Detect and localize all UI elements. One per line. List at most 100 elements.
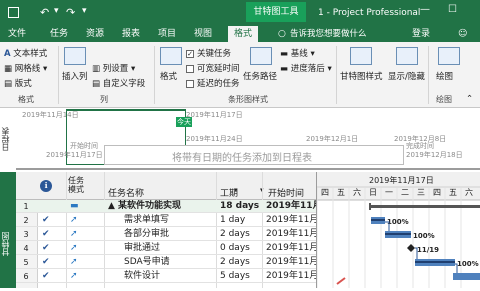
task-duration[interactable]: 0 days xyxy=(220,242,264,255)
redo-icon[interactable]: ↷ xyxy=(66,6,75,19)
text-styles-icon: A xyxy=(4,49,11,59)
format-button-label[interactable]: 格式 xyxy=(160,70,177,82)
name-column-header[interactable]: 任务名称 xyxy=(108,186,144,199)
custom-fields-button[interactable]: ▤ 自定义字段 xyxy=(92,77,145,89)
duration-column-header[interactable]: 工期 xyxy=(220,186,238,199)
gantt-day-label: 四 xyxy=(321,188,329,197)
layout-button[interactable]: ▤ 版式 xyxy=(4,77,32,89)
task-path-icon[interactable] xyxy=(250,47,272,65)
minimize-icon[interactable]: — xyxy=(420,4,430,15)
tab-file[interactable]: 文件 xyxy=(8,26,26,42)
task-start[interactable]: 2019年11月 xyxy=(266,242,316,255)
insert-column-label[interactable]: 插入列 xyxy=(62,70,88,82)
group-bar-styles-label: 条形图样式 xyxy=(228,95,268,104)
ribbon-separator xyxy=(428,46,429,104)
summary-bar xyxy=(369,205,480,208)
auto-schedule-icon: ➚ xyxy=(70,215,78,225)
dependency-link xyxy=(455,263,458,273)
start-column-header[interactable]: 开始时间 xyxy=(268,186,304,199)
table-row[interactable]: 1 ▬ ▲ 某软件功能实现18 days2019年11月 xyxy=(16,200,316,213)
gantt-day-label: 四 xyxy=(433,188,441,197)
task-name[interactable]: 审批通过 xyxy=(124,242,220,255)
collapse-ribbon-icon[interactable]: ⌃ xyxy=(466,94,473,104)
task-name[interactable]: 软件设计 xyxy=(124,270,220,283)
auto-schedule-icon: ➚ xyxy=(70,271,78,281)
gantt-styles-icon[interactable] xyxy=(350,47,372,65)
drawing-icon[interactable] xyxy=(438,47,460,65)
task-start[interactable]: 2019年11月 xyxy=(266,200,316,213)
completed-check-icon: ✔ xyxy=(42,215,50,225)
slack-checkbox[interactable]: 可宽延时间 xyxy=(186,62,240,74)
column-settings-button[interactable]: ▥ 列设置 ▾ xyxy=(92,62,135,74)
tab-report[interactable]: 报表 xyxy=(122,26,140,42)
row-number[interactable]: 1 xyxy=(16,200,36,213)
tab-format[interactable]: 格式 xyxy=(228,26,259,42)
task-duration[interactable]: 5 days xyxy=(220,270,264,283)
smiley-icon[interactable]: ☺ xyxy=(458,26,467,42)
slippage-button[interactable]: ▬ 进度落后 ▾ xyxy=(280,62,332,74)
insert-column-icon[interactable] xyxy=(64,47,86,65)
timeline-side-label: 日程表 xyxy=(0,108,16,170)
task-duration[interactable]: 2 days xyxy=(220,256,264,269)
maximize-icon[interactable]: ☐ xyxy=(448,4,457,15)
row-number[interactable]: 4 xyxy=(16,242,36,255)
gantt-styles-label[interactable]: 甘特图样式 xyxy=(340,70,383,82)
ribbon-separator xyxy=(154,46,155,104)
task-rows: 1▬▲ 某软件功能实现18 days2019年11月2✔➚需求单填写1 day2… xyxy=(16,200,316,288)
checkbox-icon xyxy=(186,79,194,88)
late-tasks-checkbox[interactable]: 延迟的任务 xyxy=(186,77,240,89)
gridlines-button[interactable]: ▦ 网格线 ▾ xyxy=(4,62,47,74)
show-hide-icon[interactable] xyxy=(396,47,418,65)
task-start[interactable]: 2019年11月 xyxy=(266,228,316,241)
task-start[interactable]: 2019年11月 xyxy=(266,256,316,269)
critical-tasks-checkbox[interactable]: ✓ 关键任务 xyxy=(186,47,231,59)
tab-view[interactable]: 视图 xyxy=(194,26,212,42)
completed-check-icon: ✔ xyxy=(42,257,50,267)
task-duration[interactable]: 2 days xyxy=(220,228,264,241)
task-start[interactable]: 2019年11月 xyxy=(266,270,316,283)
table-row[interactable]: 6 ✔ ➚ 软件设计 5 days 2019年11月 xyxy=(16,270,316,283)
timeline-mid-date: 2019年12月1日 xyxy=(306,135,359,143)
timeline-end-date: 2019年12月18日 xyxy=(406,151,463,159)
layout-icon: ▤ xyxy=(4,79,13,89)
info-column-header[interactable]: ℹ xyxy=(40,180,52,192)
table-row[interactable]: 3 ✔ ➚ 各部分审批 2 days 2019年11月 xyxy=(16,228,316,241)
row-number[interactable]: 6 xyxy=(16,270,36,283)
tab-project[interactable]: 项目 xyxy=(158,26,176,42)
task-progress xyxy=(371,219,385,221)
task-name[interactable]: 各部分审批 xyxy=(124,228,220,241)
task-name[interactable]: ▲ 某软件功能实现 xyxy=(108,200,218,213)
drawing-label[interactable]: 绘图 xyxy=(436,70,453,82)
auto-schedule-icon: ➚ xyxy=(70,243,78,253)
table-row[interactable]: 5 ✔ ➚ SDA号申请 2 days 2019年11月 xyxy=(16,256,316,269)
show-hide-label[interactable]: 显示/隐藏 xyxy=(388,70,425,82)
tell-me-search[interactable]: 告诉我您想要做什么 xyxy=(290,26,367,42)
row-number[interactable]: 3 xyxy=(16,228,36,241)
slippage-icon: ▬ xyxy=(280,64,289,74)
task-name[interactable]: 需求单填写 xyxy=(124,214,220,227)
task-duration[interactable]: 18 days xyxy=(220,200,264,213)
row-number[interactable]: 2 xyxy=(16,214,36,227)
timeline-hint: 将带有日期的任务添加到日程表 xyxy=(172,153,312,164)
task-path-label[interactable]: 任务路径 xyxy=(243,70,277,82)
tab-task[interactable]: 任务 xyxy=(50,26,68,42)
group-columns-label: 列 xyxy=(100,95,108,104)
table-row[interactable]: 2 ✔ ➚ 需求单填写 1 day 2019年11月 xyxy=(16,214,316,227)
login-link[interactable]: 登录 xyxy=(412,26,430,42)
task-start[interactable]: 2019年11月 xyxy=(266,214,316,227)
mode-column-header[interactable]: 任务 模式 xyxy=(68,176,84,194)
undo-icon[interactable]: ↶ xyxy=(40,6,49,19)
dropdown-icon[interactable]: ▾ xyxy=(54,6,59,16)
customize-qat-icon[interactable]: ▾ xyxy=(82,6,87,16)
gantt-side-label: 甘特图 xyxy=(1,232,10,256)
task-name[interactable]: SDA号申请 xyxy=(124,256,220,269)
tab-resource[interactable]: 资源 xyxy=(86,26,104,42)
text-styles-button[interactable]: A 文本样式 xyxy=(4,47,47,59)
table-row[interactable]: 4 ✔ ➚ 审批通过 0 days 2019年11月 xyxy=(16,242,316,255)
row-number[interactable]: 5 xyxy=(16,256,36,269)
baseline-button[interactable]: ▬ 基线 ▾ xyxy=(280,47,315,59)
completed-check-icon: ✔ xyxy=(42,229,50,239)
task-duration[interactable]: 1 day xyxy=(220,214,264,227)
format-icon[interactable] xyxy=(160,47,182,65)
save-icon[interactable] xyxy=(8,7,19,18)
